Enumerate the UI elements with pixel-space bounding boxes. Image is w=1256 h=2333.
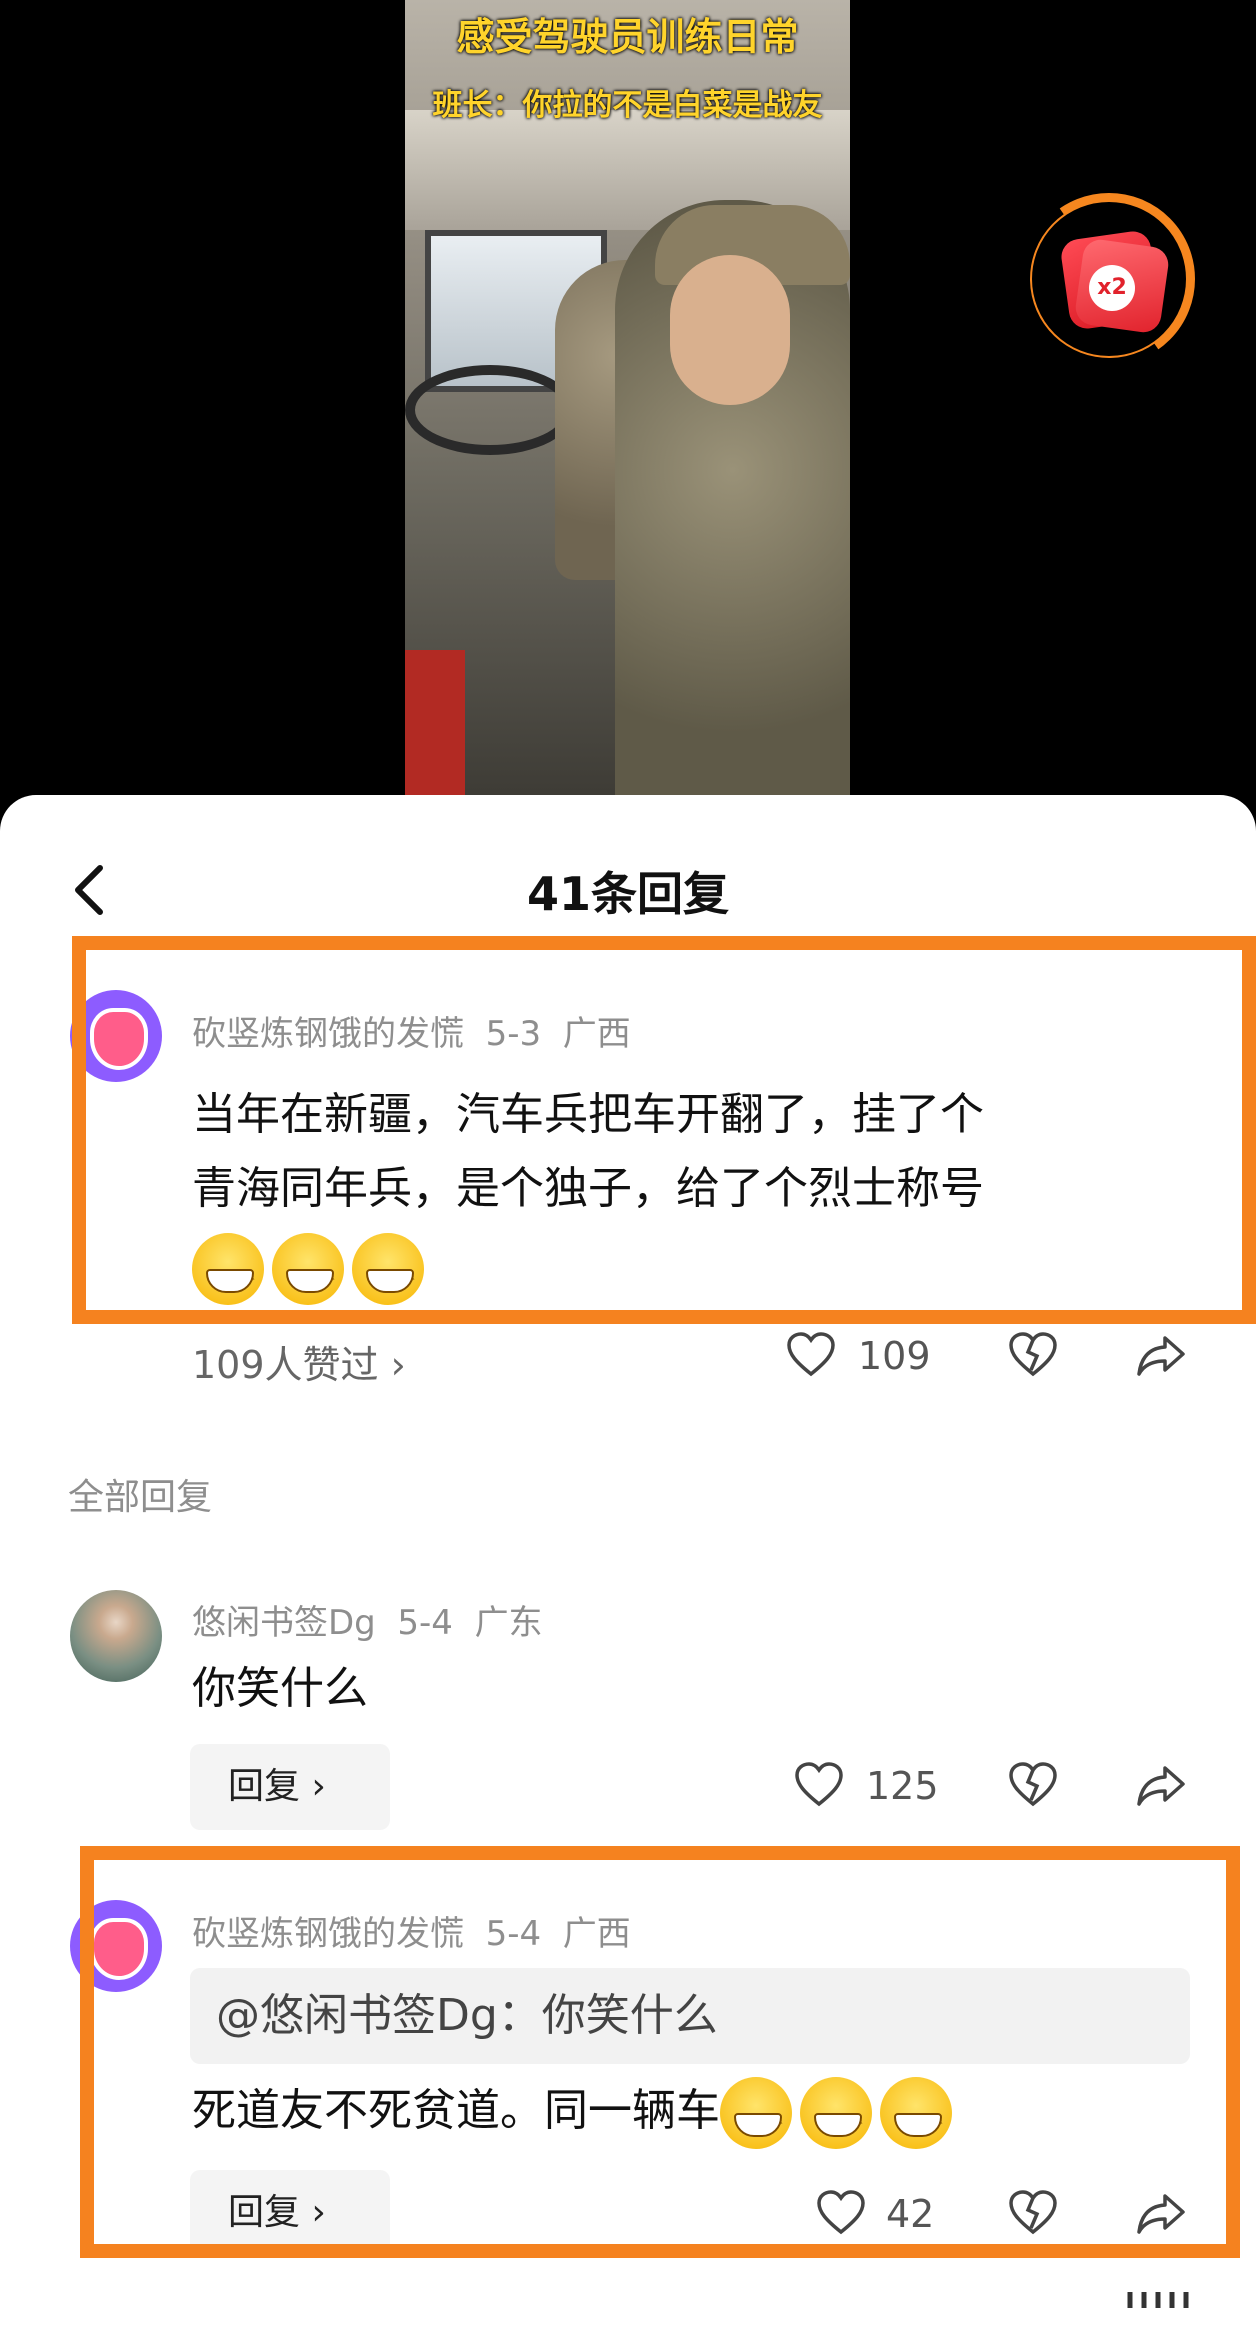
video-subtitle: 班长：你拉的不是白菜是战友 bbox=[432, 88, 823, 123]
reply-button[interactable]: 回复 › bbox=[190, 1744, 390, 1830]
page-title: 41条回复 bbox=[526, 867, 729, 921]
watermark-bars bbox=[1120, 2290, 1240, 2310]
dislike-heart-icon[interactable] bbox=[1008, 1762, 1058, 1812]
reward-badge[interactable]: x2 bbox=[1007, 177, 1211, 381]
share-icon[interactable] bbox=[1135, 1334, 1187, 1382]
heart-icon[interactable] bbox=[786, 1332, 836, 1382]
share-icon[interactable] bbox=[1135, 1764, 1187, 1812]
like-count: 125 bbox=[866, 1764, 939, 1808]
video-title: 感受驾驶员训练日常 bbox=[456, 15, 799, 59]
soldier-face bbox=[670, 255, 790, 405]
red-extinguisher bbox=[405, 650, 465, 800]
highlight-box bbox=[80, 1846, 1240, 2258]
reply-region: 广东 bbox=[474, 1603, 543, 1643]
highlight-box bbox=[72, 936, 1256, 1324]
section-label: 全部回复 bbox=[68, 1477, 213, 1518]
dislike-heart-icon[interactable] bbox=[1008, 1332, 1058, 1382]
steering-wheel bbox=[405, 365, 575, 455]
avatar[interactable] bbox=[70, 1590, 162, 1682]
reply-text: 你笑什么 bbox=[192, 1663, 368, 1714]
reply-date: 5-4 bbox=[397, 1603, 453, 1643]
heart-icon[interactable] bbox=[794, 1762, 844, 1812]
reward-multiplier: x2 bbox=[1089, 265, 1135, 311]
like-count: 109 bbox=[858, 1334, 931, 1378]
likers-link[interactable]: 109人赞过 › bbox=[192, 1334, 406, 1389]
reply-author[interactable]: 悠闲书签Dg bbox=[192, 1603, 376, 1643]
